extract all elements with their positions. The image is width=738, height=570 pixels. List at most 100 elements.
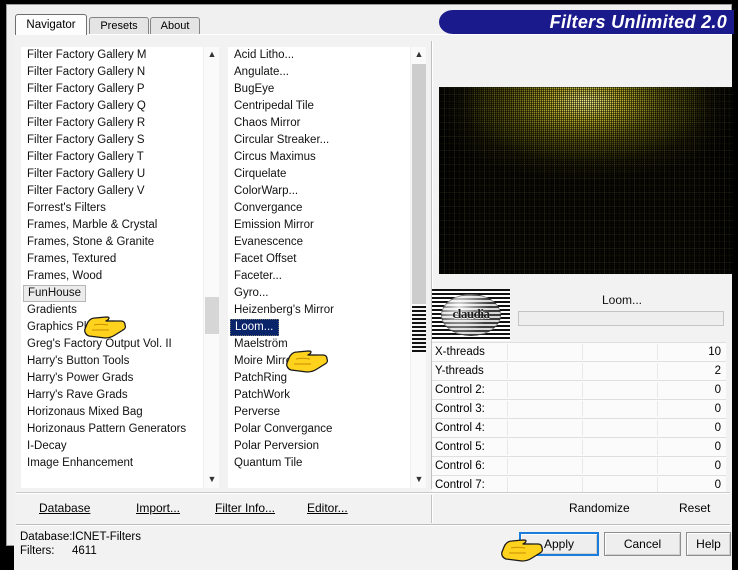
window-frame: Filters Unlimited 2.0 Navigator Presets … <box>6 4 734 570</box>
list-item[interactable]: Filter Factory Gallery S <box>21 132 201 149</box>
list-item[interactable]: Loom... <box>230 319 280 336</box>
scroll-up-icon[interactable]: ▲ <box>204 47 219 63</box>
list-item[interactable]: Convergance <box>228 200 408 217</box>
control-tick <box>657 458 658 474</box>
list-item[interactable]: Angulate... <box>228 64 408 81</box>
scroll-down-icon[interactable]: ▼ <box>204 472 219 488</box>
list-item[interactable]: Filter Factory Gallery R <box>21 115 201 132</box>
list-item[interactable]: Filter Factory Gallery T <box>21 149 201 166</box>
tab-navigator[interactable]: Navigator <box>15 14 87 35</box>
effect-list-scrollbar[interactable]: ▲ ▼ <box>410 47 426 488</box>
claudia-watermark: claudia <box>432 289 510 341</box>
tab-about[interactable]: About <box>150 17 200 34</box>
scroll-down-icon[interactable]: ▼ <box>411 472 426 488</box>
title-banner: Filters Unlimited 2.0 <box>439 10 734 34</box>
tab-presets[interactable]: Presets <box>89 17 149 34</box>
list-item[interactable]: FunHouse <box>23 285 87 302</box>
list-item[interactable]: Emission Mirror <box>228 217 408 234</box>
list-item[interactable]: Heizenberg's Mirror <box>228 302 408 319</box>
filter-control-row[interactable]: Control 6: 0 <box>432 456 726 475</box>
control-tick <box>657 420 658 436</box>
list-item[interactable]: Horizonaus Pattern Generators <box>21 421 201 438</box>
filter-control-row[interactable]: Control 3: 0 <box>432 399 726 418</box>
list-item[interactable]: Frames, Textured <box>21 251 201 268</box>
list-item[interactable]: Forrest's Filters <box>21 200 201 217</box>
control-tick <box>582 401 583 417</box>
list-item[interactable]: BugEye <box>228 81 408 98</box>
control-tick <box>507 420 508 436</box>
filter-control-row[interactable]: Control 2: 0 <box>432 380 726 399</box>
app-window: Filters Unlimited 2.0 Navigator Presets … <box>0 0 738 570</box>
scroll-up-icon[interactable]: ▲ <box>411 47 426 63</box>
control-label: Control 3: <box>435 403 485 415</box>
filter-preview[interactable] <box>439 87 733 274</box>
list-item[interactable]: Evanescence <box>228 234 408 251</box>
list-item[interactable]: Facet Offset <box>228 251 408 268</box>
control-tick <box>657 439 658 455</box>
list-item[interactable]: Harry's Power Grads <box>21 370 201 387</box>
cancel-button[interactable]: Cancel <box>604 532 681 556</box>
list-item[interactable]: Circus Maximus <box>228 149 408 166</box>
list-item[interactable]: Perverse <box>228 404 408 421</box>
category-list-scrollbar[interactable]: ▲ ▼ <box>203 47 219 488</box>
list-item[interactable]: Image Enhancement <box>21 455 201 472</box>
control-value: 0 <box>714 422 721 434</box>
list-item[interactable]: Chaos Mirror <box>228 115 408 132</box>
list-item[interactable]: I-Decay <box>21 438 201 455</box>
control-label: Control 2: <box>435 384 485 396</box>
menu-bar: Database Import... Filter Info... Editor… <box>14 494 732 524</box>
filter-slider-track[interactable] <box>518 311 724 326</box>
list-item[interactable]: Filter Factory Gallery Q <box>21 98 201 115</box>
scrollbar-thumb[interactable] <box>205 297 219 334</box>
control-label: Y-threads <box>435 365 484 377</box>
list-item[interactable]: Filter Factory Gallery U <box>21 166 201 183</box>
list-item[interactable]: Horizonaus Mixed Bag <box>21 404 201 421</box>
control-tick <box>657 401 658 417</box>
database-label: Database: <box>20 531 73 543</box>
help-button[interactable]: Help <box>686 532 731 556</box>
filter-control-row[interactable]: Control 4: 0 <box>432 418 726 437</box>
control-value: 0 <box>714 441 721 453</box>
list-item[interactable]: Harry's Rave Grads <box>21 387 201 404</box>
menu-randomize[interactable]: Randomize <box>569 500 630 516</box>
scrollbar-thumb[interactable] <box>412 64 426 304</box>
list-item[interactable]: Acid Litho... <box>228 47 408 64</box>
app-title: Filters Unlimited 2.0 <box>549 12 727 32</box>
menu-editor[interactable]: Editor... <box>307 500 348 516</box>
filter-control-row[interactable]: Y-threads 2 <box>432 361 726 380</box>
control-tick <box>507 344 508 360</box>
menu-import[interactable]: Import... <box>136 500 180 516</box>
list-item[interactable]: Gyro... <box>228 285 408 302</box>
list-item[interactable]: Polar Perversion <box>228 438 408 455</box>
list-item[interactable]: Frames, Marble & Crystal <box>21 217 201 234</box>
list-item[interactable]: ColorWarp... <box>228 183 408 200</box>
list-item[interactable]: Centripedal Tile <box>228 98 408 115</box>
help-button-label: Help <box>696 537 721 551</box>
list-item[interactable]: Filter Factory Gallery P <box>21 81 201 98</box>
list-item[interactable]: Filter Factory Gallery M <box>21 47 201 64</box>
list-item[interactable]: PatchWork <box>228 387 408 404</box>
control-value: 0 <box>714 384 721 396</box>
list-item[interactable]: Filter Factory Gallery V <box>21 183 201 200</box>
filter-category-list[interactable]: Filter Factory Gallery M Filter Factory G… <box>21 47 219 488</box>
menu-filter-info[interactable]: Filter Info... <box>215 500 275 516</box>
filter-effect-list[interactable]: Acid Litho... Angulate... BugEye Centripeda… <box>228 47 426 488</box>
filter-control-row[interactable]: Control 5: 0 <box>432 437 726 456</box>
list-item[interactable]: Frames, Wood <box>21 268 201 285</box>
list-item[interactable]: Polar Convergance <box>228 421 408 438</box>
list-item[interactable]: Frames, Stone & Granite <box>21 234 201 251</box>
control-value: 0 <box>714 403 721 415</box>
list-item[interactable]: Filter Factory Gallery N <box>21 64 201 81</box>
control-value: 10 <box>708 346 721 358</box>
filters-label: Filters: <box>20 545 55 557</box>
control-tick <box>582 363 583 379</box>
list-item[interactable]: Faceter... <box>228 268 408 285</box>
list-item[interactable]: Harry's Button Tools <box>21 353 201 370</box>
menu-database[interactable]: Database <box>39 500 90 516</box>
list-item[interactable]: Circular Streaker... <box>228 132 408 149</box>
filter-control-row[interactable]: X-threads 10 <box>432 342 726 361</box>
list-item[interactable]: Quantum Tile <box>228 455 408 472</box>
list-item[interactable]: Cirquelate <box>228 166 408 183</box>
menu-randomize-label: Randomize <box>569 501 630 515</box>
menu-reset[interactable]: Reset <box>679 500 710 516</box>
